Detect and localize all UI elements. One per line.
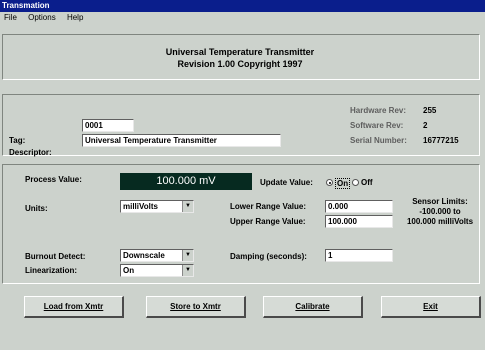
burnout-detect-value: Downscale [123,251,165,260]
linearization-value: On [123,266,135,275]
damping-label: Damping (seconds): [230,252,307,261]
chevron-down-icon[interactable]: ▼ [182,250,193,261]
menu-bar: File Options Help [0,12,485,24]
update-value-label: Update Value: [260,178,313,187]
header-panel [2,34,480,80]
sensor-limits-range: -100.000 to [419,207,461,216]
serial-number-value: 16777215 [423,136,459,145]
product-title: Universal Temperature Transmitter [165,47,315,57]
process-value-label: Process Value: [25,175,82,184]
burnout-detect-label: Burnout Detect: [25,252,86,261]
chevron-down-icon[interactable]: ▼ [182,265,193,276]
exit-button[interactable]: Exit [381,296,481,318]
software-rev-label: Software Rev: [350,121,404,130]
store-to-xmtr-label: Store to Xmtr [170,302,221,311]
calibrate-label: Calibrate [295,302,330,311]
lower-range-label: Lower Range Value: [230,202,307,211]
hardware-rev-value: 255 [423,106,437,115]
load-from-xmtr-button[interactable]: Load from Xmtr [24,296,124,318]
menu-help[interactable]: Help [67,13,83,22]
tag-label: Tag: [9,136,26,145]
linearization-select[interactable]: On ▼ [120,264,194,277]
upper-range-field[interactable]: 100.000 [325,215,393,228]
linearization-label: Linearization: [25,266,78,275]
descriptor-label: Descriptor: [9,148,52,157]
serial-number-label: Serial Number: [350,136,407,145]
load-from-xmtr-label: Load from Xmtr [43,302,104,311]
calibrate-button[interactable]: Calibrate [263,296,363,318]
process-value-display: 100.000 mV [120,173,252,190]
window-title: Transmation [0,0,485,12]
sensor-limits-units: 100.000 milliVolts [406,217,474,226]
sensor-limits-title: Sensor Limits: [412,197,468,206]
sensor-limits: Sensor Limits: -100.000 to 100.000 milli… [398,197,482,227]
hardware-rev-label: Hardware Rev: [350,106,407,115]
update-off-label[interactable]: Off [361,178,373,187]
chevron-down-icon[interactable]: ▼ [182,201,193,212]
tag-field[interactable]: 0001 [82,119,134,132]
update-off-radio[interactable] [352,179,359,186]
store-to-xmtr-button[interactable]: Store to Xmtr [146,296,246,318]
update-on-label[interactable]: On [335,178,351,189]
units-select[interactable]: milliVolts ▼ [120,200,194,213]
exit-label: Exit [423,302,438,311]
menu-file[interactable]: File [4,13,17,22]
update-on-radio[interactable] [326,179,333,186]
units-label: Units: [25,204,48,213]
upper-range-label: Upper Range Value: [230,217,306,226]
software-rev-value: 2 [423,121,428,130]
damping-field[interactable]: 1 [325,249,393,262]
revision-copyright: Revision 1.00 Copyright 1997 [177,59,303,69]
descriptor-field[interactable]: Universal Temperature Transmitter [82,134,281,147]
lower-range-field[interactable]: 0.000 [325,200,393,213]
menu-options[interactable]: Options [28,13,56,22]
units-select-value: milliVolts [123,202,158,211]
burnout-detect-select[interactable]: Downscale ▼ [120,249,194,262]
